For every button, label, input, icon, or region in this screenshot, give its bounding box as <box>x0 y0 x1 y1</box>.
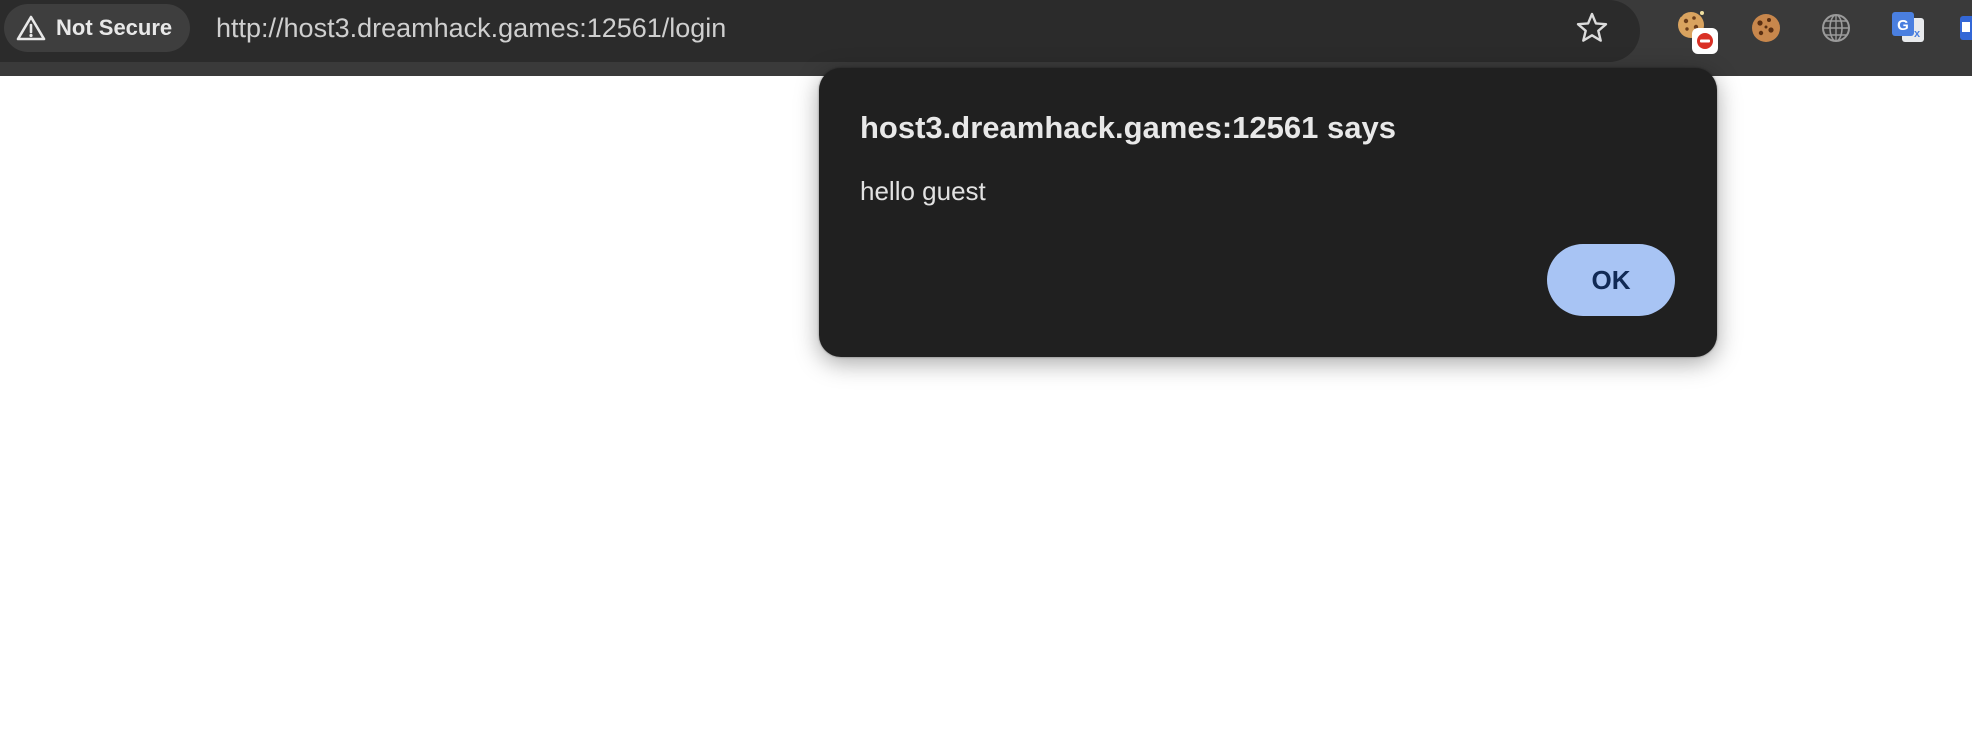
cookie-icon[interactable] <box>1746 8 1786 48</box>
ok-button[interactable]: OK <box>1547 244 1675 316</box>
security-indicator-chip[interactable]: Not Secure <box>4 4 191 52</box>
warning-triangle-icon <box>16 14 46 42</box>
dialog-title: host3.dreamhack.games:12561 says <box>860 110 1396 145</box>
url-text[interactable]: http://host3.dreamhack.games:12561/login <box>216 12 726 44</box>
blocked-badge-icon <box>1692 28 1718 54</box>
google-translate-icon[interactable]: G x <box>1888 8 1928 48</box>
cookie-editor-blocked-icon[interactable] <box>1674 8 1718 54</box>
address-bar[interactable]: Not Secure http://host3.dreamhack.games:… <box>0 0 1640 62</box>
extension-partial-icon[interactable] <box>1958 8 1972 48</box>
alert-dialog: host3.dreamhack.games:12561 says hello g… <box>819 68 1717 357</box>
security-label: Not Secure <box>56 15 173 40</box>
svg-text:G: G <box>1897 17 1909 34</box>
bookmark-star-icon[interactable] <box>1574 10 1610 46</box>
dialog-message: hello guest <box>860 176 986 206</box>
globe-grid-icon[interactable] <box>1816 8 1856 48</box>
svg-text:x: x <box>1914 28 1921 40</box>
browser-toolbar: Not Secure http://host3.dreamhack.games:… <box>0 0 1972 76</box>
